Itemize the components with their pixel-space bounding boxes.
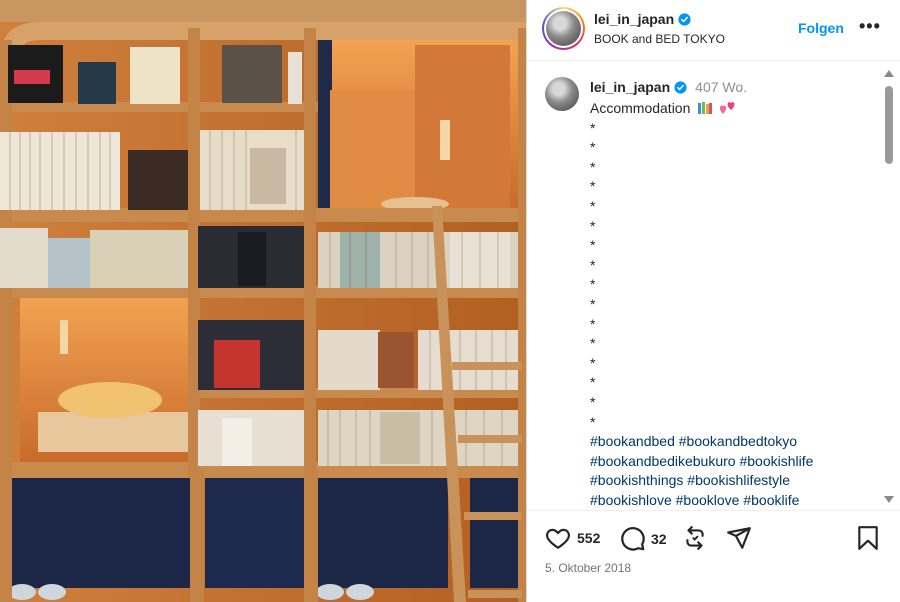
scrollbar-thumb[interactable] — [885, 86, 893, 164]
repost-icon[interactable] — [682, 525, 708, 551]
caption-dot-line: * — [590, 217, 596, 234]
caption-username[interactable]: lei_in_japan — [590, 79, 670, 95]
caption-author-avatar[interactable] — [545, 77, 579, 111]
caption-dot-line: * — [590, 276, 596, 293]
share-icon[interactable] — [726, 525, 752, 551]
hashtag-line: #bookandbed #bookandbedtokyo — [590, 432, 870, 452]
caption-dot-line: * — [590, 178, 596, 195]
scroll-down-arrow-icon[interactable] — [884, 496, 894, 503]
more-options-icon[interactable]: ••• — [859, 16, 881, 37]
comment-count[interactable]: 32 — [651, 531, 667, 547]
hashtag-link[interactable]: #booklove — [676, 492, 740, 508]
caption-area[interactable]: lei_in_japan 407 Wo. Accommodation * * * * *… — [527, 62, 900, 510]
author-username-text[interactable]: lei_in_japan — [594, 11, 674, 27]
follow-button[interactable]: Folgen — [798, 20, 844, 36]
hashtag-line: #bookishlove #booklove #booklife — [590, 491, 870, 510]
hashtag-line: #bookandbedikebukuro #bookishlife — [590, 452, 870, 472]
caption-dot-line: * — [590, 413, 596, 430]
hashtag-link[interactable]: #bookandbedtokyo — [679, 433, 797, 449]
post-actions: 552 32 5. Oktober 2018 — [527, 510, 900, 602]
caption-dot-line: * — [590, 139, 596, 156]
caption-dot-line: * — [590, 237, 596, 254]
post-detail-panel: lei_in_japan BOOK and BED TOKYO Folgen •… — [526, 0, 900, 602]
hashtag-line: #bookishthings #bookishlifestyle — [590, 471, 870, 491]
post-photo[interactable] — [0, 0, 526, 602]
hashtag-link[interactable]: #bookishlifestyle — [687, 472, 790, 488]
caption-dot-line: * — [590, 158, 596, 175]
caption-dot-line: * — [590, 354, 596, 371]
verified-badge-icon — [678, 12, 691, 26]
caption-dot-line: * — [590, 335, 596, 352]
hashtag-link[interactable]: #bookandbedikebukuro — [590, 453, 736, 469]
scroll-up-arrow-icon[interactable] — [884, 70, 894, 77]
bookmark-icon[interactable] — [857, 525, 879, 551]
repost-button[interactable] — [682, 525, 708, 551]
comment-icon[interactable] — [619, 525, 646, 552]
post-date[interactable]: 5. Oktober 2018 — [545, 561, 631, 575]
caption-dot-line: * — [590, 119, 596, 136]
hashtag-link[interactable]: #bookishlove — [590, 492, 672, 508]
hashtag-link[interactable]: #bookishthings — [590, 472, 683, 488]
caption-dot-lines: * * * * * * * * * * * * * * * * — [590, 119, 870, 433]
like-button[interactable]: 552 — [544, 525, 600, 551]
books-emoji-icon — [698, 102, 713, 114]
caption-dot-line: * — [590, 256, 596, 273]
caption-dot-line: * — [590, 315, 596, 332]
verified-badge-icon — [674, 80, 687, 94]
hashtag-link[interactable]: #bookandbed — [590, 433, 675, 449]
post-location[interactable]: BOOK and BED TOKYO — [594, 32, 725, 46]
hashtag-list: #bookandbed #bookandbedtokyo #bookandbedi… — [590, 432, 870, 510]
share-button[interactable] — [726, 525, 752, 551]
caption-timestamp[interactable]: 407 Wo. — [695, 79, 747, 95]
caption-dot-line: * — [590, 295, 596, 312]
save-button[interactable] — [857, 525, 879, 551]
heart-icon[interactable] — [544, 525, 572, 551]
caption-dot-line: * — [590, 197, 596, 214]
caption-first-line: Accommodation — [590, 99, 870, 119]
caption-scrollbar[interactable] — [882, 68, 896, 508]
two-hearts-emoji-icon — [720, 102, 735, 114]
hashtag-link[interactable]: #booklife — [743, 492, 799, 508]
caption-dot-line: * — [590, 393, 596, 410]
author-username[interactable]: lei_in_japan — [594, 11, 691, 27]
caption-author: lei_in_japan 407 Wo. — [590, 79, 747, 95]
caption-text: Accommodation * * * * * * * * * * * * * * * * #bookandb… — [590, 99, 870, 510]
author-avatar[interactable] — [542, 7, 585, 50]
like-count[interactable]: 552 — [577, 530, 600, 546]
comment-button[interactable]: 32 — [619, 525, 667, 552]
caption-body: Accommodation — [590, 100, 691, 116]
caption-dot-line: * — [590, 374, 596, 391]
hashtag-link[interactable]: #bookishlife — [739, 453, 813, 469]
bookshelf-photo — [0, 0, 526, 602]
post-header: lei_in_japan BOOK and BED TOKYO Folgen •… — [527, 0, 900, 61]
